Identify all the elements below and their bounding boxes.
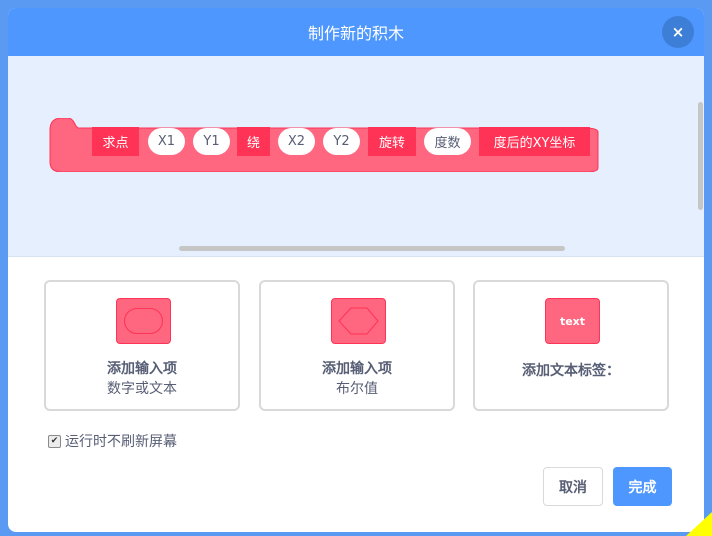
close-icon: × bbox=[671, 23, 685, 41]
block-label-segment[interactable]: 度后的XY坐标 bbox=[479, 127, 590, 156]
block-label-segment[interactable]: 绕 bbox=[237, 127, 270, 156]
text-label-icon-text: text bbox=[559, 314, 586, 328]
add-boolean-input-card[interactable]: 添加输入项 布尔值 bbox=[259, 280, 455, 411]
block-input-degrees[interactable]: 度数 bbox=[424, 128, 471, 155]
ok-button[interactable]: 完成 bbox=[613, 467, 672, 506]
run-without-refresh-label: 运行时不刷新屏幕 bbox=[65, 434, 177, 450]
block-label-segment[interactable]: 求点 bbox=[92, 127, 139, 156]
vertical-scrollbar[interactable] bbox=[698, 102, 703, 210]
block-label-segment[interactable]: 旋转 bbox=[368, 127, 416, 156]
checkbox-checked-icon[interactable]: ✔ bbox=[48, 434, 61, 448]
block-preview-workspace[interactable]: 求点 X1 Y1 绕 X2 Y2 旋转 度数 度后的XY坐标 bbox=[8, 56, 704, 257]
dialog-title: 制作新的积木 bbox=[307, 24, 404, 43]
option-title: 添加文本标签： bbox=[522, 363, 620, 379]
corner-marker bbox=[686, 512, 712, 536]
option-title: 添加输入项 bbox=[322, 361, 392, 377]
close-button[interactable]: × bbox=[662, 16, 694, 48]
option-subtitle: 数字或文本 bbox=[107, 381, 177, 397]
number-or-text-input-icon bbox=[116, 298, 171, 344]
block-input-y2[interactable]: Y2 bbox=[323, 128, 360, 155]
make-block-dialog: 制作新的积木 × 求点 X1 Y1 绕 X2 Y2 旋转 度数 度后的XY坐标 … bbox=[8, 8, 704, 532]
block-input-x2[interactable]: X2 bbox=[278, 128, 315, 155]
option-title: 添加输入项 bbox=[107, 361, 177, 377]
add-text-label-card[interactable]: text 添加文本标签： bbox=[473, 280, 669, 411]
cancel-button[interactable]: 取消 bbox=[543, 467, 603, 506]
text-label-icon: text bbox=[545, 298, 600, 344]
block-input-x1[interactable]: X1 bbox=[148, 128, 185, 155]
option-subtitle: 布尔值 bbox=[336, 381, 378, 397]
dialog-header: 制作新的积木 × bbox=[8, 8, 704, 56]
run-without-refresh-checkbox[interactable]: ✔ 运行时不刷新屏幕 bbox=[48, 431, 177, 451]
horizontal-scrollbar[interactable] bbox=[179, 246, 565, 251]
boolean-input-icon bbox=[331, 298, 386, 344]
add-number-text-input-card[interactable]: 添加输入项 数字或文本 bbox=[44, 280, 240, 411]
block-input-y1[interactable]: Y1 bbox=[193, 128, 230, 155]
